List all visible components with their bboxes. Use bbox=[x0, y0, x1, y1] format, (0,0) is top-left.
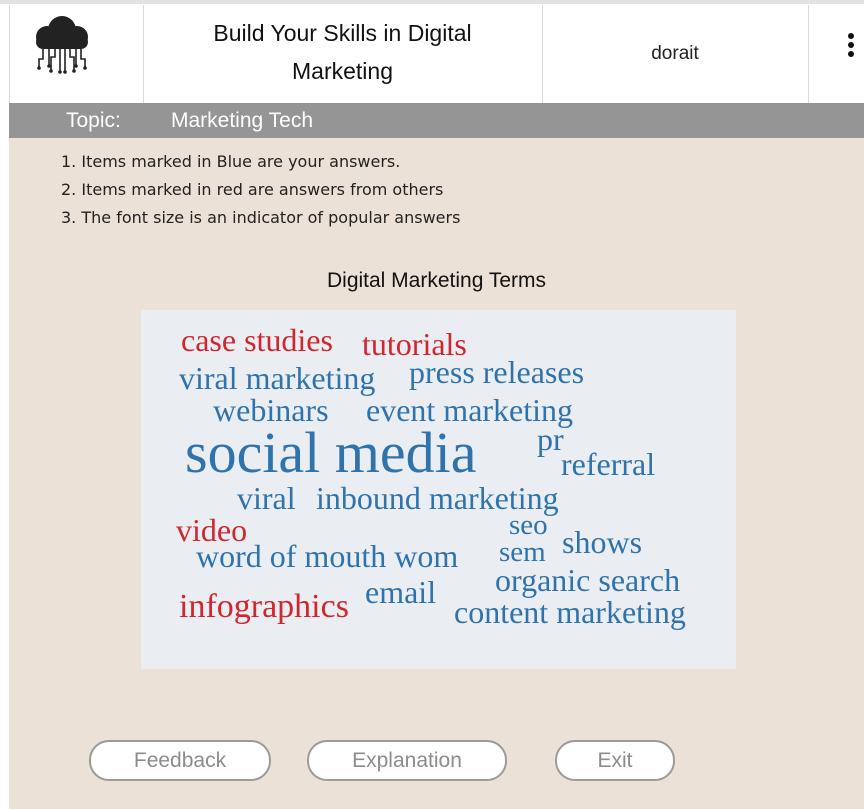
user-cell: dorait bbox=[542, 5, 809, 103]
instruction-item: 3. The font size is an indicator of popu… bbox=[61, 208, 461, 227]
word-cloud-term[interactable]: viral marketing bbox=[179, 362, 375, 394]
topic-value: Marketing Tech bbox=[171, 109, 314, 132]
word-cloud-term[interactable]: infographics bbox=[179, 590, 349, 624]
instruction-item: 1. Items marked in Blue are your answers… bbox=[61, 152, 401, 171]
title-cell: Build Your Skills in Digital Marketing bbox=[143, 5, 543, 103]
word-cloud-term[interactable]: pr bbox=[537, 423, 564, 455]
word-cloud-term[interactable]: word of mouth wom bbox=[196, 540, 458, 572]
word-cloud-term[interactable]: social media bbox=[185, 424, 477, 482]
instructions-list: 1. Items marked in Blue are your answers… bbox=[61, 150, 460, 234]
exit-button[interactable]: Exit bbox=[555, 740, 675, 781]
word-cloud-term[interactable]: viral bbox=[237, 482, 296, 514]
main-content: 1. Items marked in Blue are your answers… bbox=[9, 138, 864, 809]
logo-cell bbox=[10, 5, 144, 103]
word-cloud: case studies tutorials viral marketing pres… bbox=[141, 310, 736, 669]
topic-label: Topic: bbox=[66, 109, 121, 132]
word-cloud-term[interactable]: press releases bbox=[409, 356, 584, 388]
word-cloud-term[interactable]: case studies bbox=[181, 324, 333, 356]
kebab-menu-icon[interactable] bbox=[844, 33, 858, 63]
word-cloud-term[interactable]: organic search bbox=[495, 564, 680, 596]
word-cloud-term[interactable]: shows bbox=[562, 526, 642, 558]
word-cloud-term[interactable]: email bbox=[365, 576, 436, 608]
app-header: Build Your Skills in Digital Marketing d… bbox=[9, 5, 864, 103]
username[interactable]: dorait bbox=[651, 43, 699, 65]
feedback-button[interactable]: Feedback bbox=[89, 740, 271, 781]
topic-bar: Topic: Marketing Tech bbox=[9, 103, 864, 138]
menu-cell bbox=[808, 5, 864, 103]
explanation-button[interactable]: Explanation bbox=[307, 740, 507, 781]
app-title: Build Your Skills in Digital Marketing bbox=[213, 20, 472, 84]
instruction-item: 2. Items marked in red are answers from … bbox=[61, 180, 444, 199]
window-top-border bbox=[0, 0, 864, 4]
cloud-network-icon bbox=[36, 16, 88, 74]
word-cloud-title: Digital Marketing Terms bbox=[326, 269, 546, 292]
word-cloud-term[interactable]: referral bbox=[561, 448, 655, 480]
word-cloud-term[interactable]: content marketing bbox=[454, 596, 686, 628]
